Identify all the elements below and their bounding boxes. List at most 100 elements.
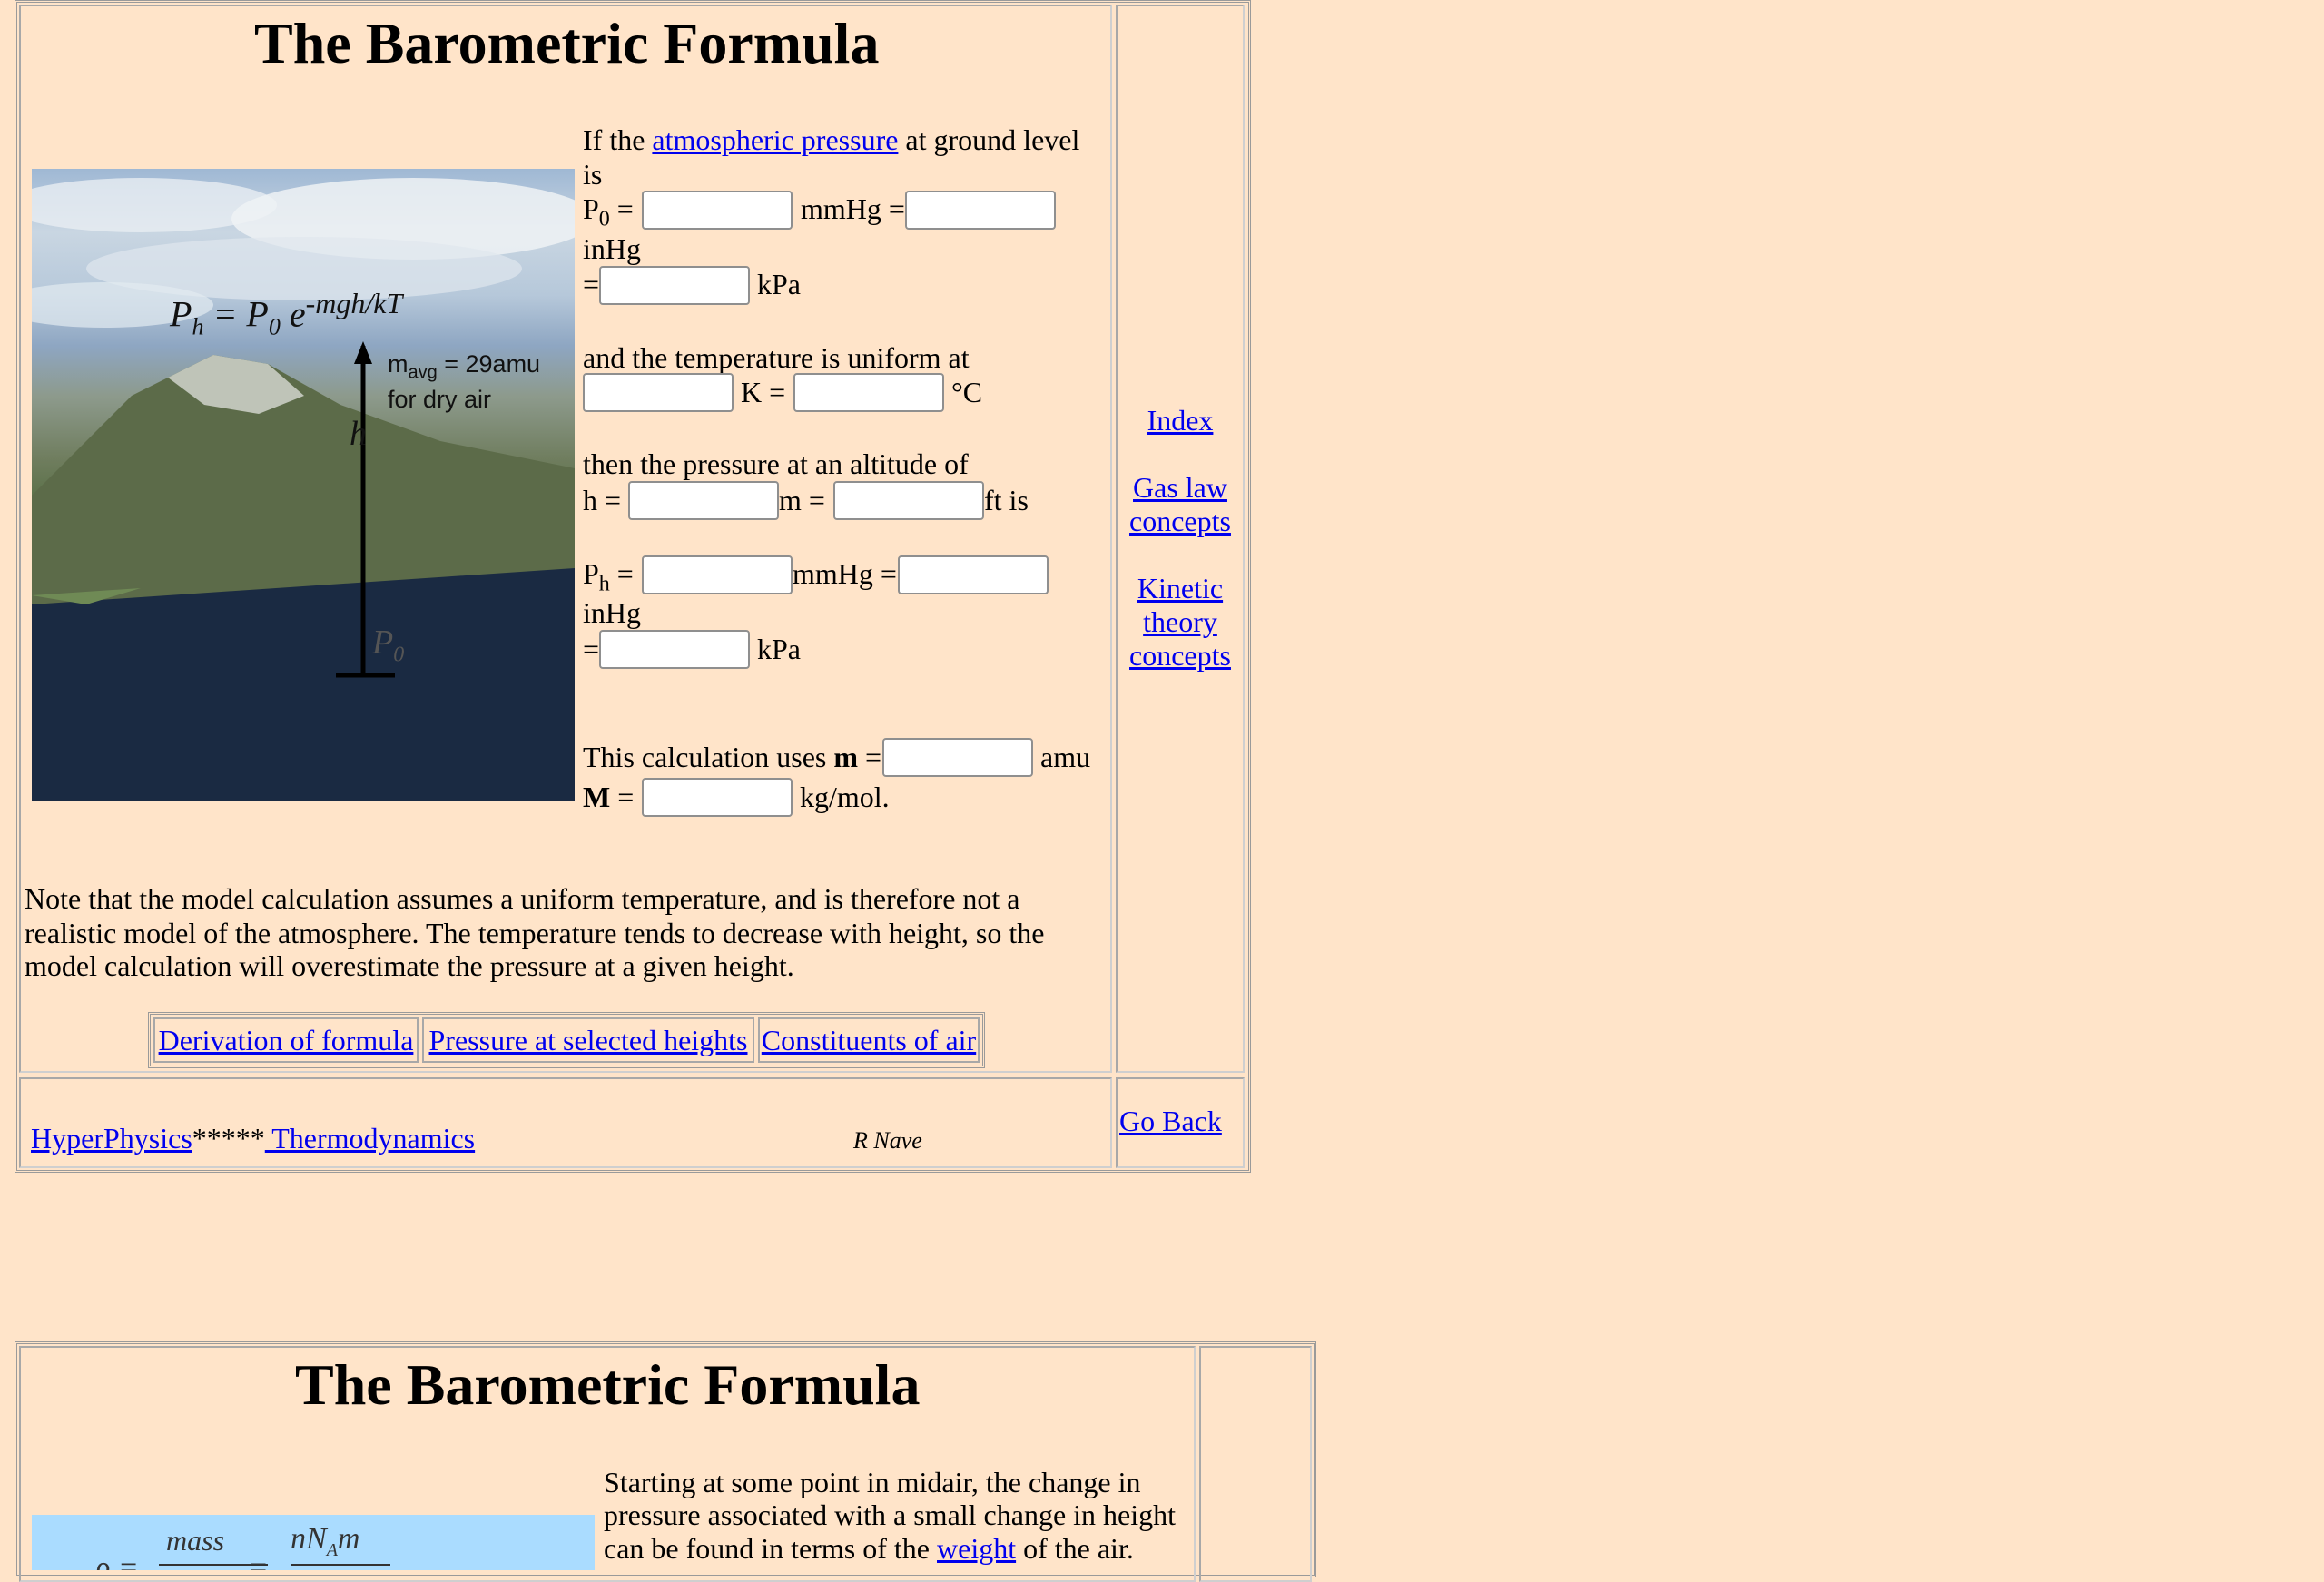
density-rho-label: ρ = <box>95 1551 139 1570</box>
ph-kpa-input[interactable] <box>599 630 750 669</box>
temperature-c-unit: °C <box>951 376 983 408</box>
figure-p0-sub: 0 <box>393 643 405 667</box>
weight-link[interactable]: weight <box>937 1532 1016 1565</box>
temperature-k-unit: K = <box>741 376 786 408</box>
mavg-value: = 29amu <box>437 350 541 378</box>
sidebar-links: Index Gas law concepts Kinetic theory conce… <box>1120 404 1240 673</box>
formula-e: e <box>280 293 306 335</box>
intro-suffix: at ground level <box>898 123 1080 156</box>
density-fraction-line-2 <box>290 1564 390 1566</box>
calc-prefix: This calculation uses <box>583 741 834 773</box>
figure-p0-label: P0 <box>372 623 404 668</box>
temperature-c-input[interactable] <box>793 373 944 412</box>
formula-ph-sub: h <box>192 313 204 340</box>
note-line-2: realistic model of the atmosphere. The t… <box>25 917 1045 949</box>
formula-ph: P <box>170 293 192 335</box>
author-credit: R Nave <box>853 1127 922 1154</box>
ph-mmhg-text: mmHg <box>793 557 873 590</box>
density-nn: nN <box>290 1522 327 1556</box>
page-title: The Barometric Formula <box>254 11 880 75</box>
density-na-sub: A <box>326 1539 338 1560</box>
density-m: m <box>337 1522 360 1556</box>
p0-mmhg-eq: = <box>881 192 905 225</box>
calc-text: This calculation uses m = <box>583 741 882 773</box>
p0-inhg-input[interactable] <box>905 191 1056 230</box>
related-link-cell-heights: Pressure at selected heights <box>422 1017 754 1063</box>
p0-kpa-eq: = <box>583 268 600 300</box>
mavg-m: m <box>388 350 409 378</box>
ph-eq: = <box>609 557 634 590</box>
mavg-note: for dry air <box>388 386 492 414</box>
molar-mass-input[interactable] <box>642 778 793 817</box>
sidebar-item-gas-law-concepts[interactable]: Gas law concepts <box>1129 471 1231 537</box>
altitude-m-input[interactable] <box>628 481 779 520</box>
density-mass-label: mass <box>166 1524 225 1557</box>
ph-sub: h <box>598 572 610 596</box>
related-link-cell-derivation: Derivation of formula <box>153 1017 419 1063</box>
related-link-cell-constituents: Constituents of air <box>758 1017 980 1063</box>
section2-title: The Barometric Formula <box>295 1352 921 1417</box>
temperature-k-input[interactable] <box>583 373 734 412</box>
gas-law-line2: concepts <box>1129 505 1231 537</box>
p0-inhg-unit: inHg <box>583 232 641 265</box>
intro-prefix: If the <box>583 123 653 156</box>
p0-p: P <box>583 192 599 225</box>
p0-mmhg-unit: mmHg = <box>801 192 905 226</box>
note-line-3: model calculation will overestimate the … <box>25 949 794 982</box>
kinetic-line2: theory <box>1143 605 1217 638</box>
ph-mmhg-unit: mmHg = <box>793 557 897 591</box>
mavg-label: mavg = 29amu for dry air <box>388 350 540 413</box>
p0-eq: = <box>609 192 634 225</box>
ph-mmhg-input[interactable] <box>642 555 793 594</box>
figure-p0-p: P <box>372 624 394 662</box>
altitude-text: then the pressure at an altitude of <box>583 447 969 480</box>
sidebar-item-index[interactable]: Index <box>1147 404 1214 437</box>
calc-M: M <box>583 781 611 813</box>
p0-kpa-unit: kPa <box>757 268 801 300</box>
ph-kpa-unit: kPa <box>757 633 801 665</box>
p0-mmhg-input[interactable] <box>642 191 793 230</box>
atmospheric-pressure-link[interactable]: atmospheric pressure <box>652 123 898 156</box>
constituents-of-air-link[interactable]: Constituents of air <box>762 1024 976 1057</box>
ph-mmhg-eq: = <box>872 557 897 590</box>
derivation-of-formula-link[interactable]: Derivation of formula <box>159 1024 414 1057</box>
altitude-ft-input[interactable] <box>833 481 984 520</box>
ph-kpa-eq: = <box>583 633 600 665</box>
molar-mass-unit: kg/mol. <box>800 781 890 813</box>
ph-label: Ph = <box>583 557 634 601</box>
hyperphysics-link[interactable]: HyperPhysics <box>31 1122 192 1155</box>
mass-amu-input[interactable] <box>882 738 1033 777</box>
altitude-h-label: h = <box>583 484 622 516</box>
formula-text: Ph = P0 e-mgh/kT <box>170 287 402 340</box>
p0-kpa-input[interactable] <box>599 266 750 305</box>
pressure-at-selected-heights-link[interactable]: Pressure at selected heights <box>429 1024 748 1057</box>
ph-inhg-input[interactable] <box>898 555 1049 594</box>
calc-m: m <box>833 741 859 773</box>
barometric-figure: Ph = P0 e-mgh/kT mavg = 29amu for dry ai… <box>32 169 575 801</box>
go-back-link[interactable]: Go Back <box>1119 1105 1222 1138</box>
formula-p0: = P <box>203 293 269 335</box>
section2-text-line-2: pressure associated with a small change … <box>604 1498 1177 1531</box>
thermodynamics-link[interactable]: Thermodynamics <box>265 1122 475 1155</box>
kinetic-line3: concepts <box>1129 639 1231 672</box>
temperature-text: and the temperature is uniform at <box>583 341 970 374</box>
sidebar-item-kinetic-theory-concepts[interactable]: Kinetic theory concepts <box>1129 572 1231 672</box>
gas-law-line1: Gas law <box>1133 471 1227 504</box>
p0-label: P0 = <box>583 192 634 236</box>
section2-text-line-1: Starting at some point in midair, the ch… <box>604 1466 1141 1498</box>
mavg-sub: avg <box>408 362 438 383</box>
formula-exponent: -mgh/kT <box>305 287 403 319</box>
section2-text-suffix: of the air. <box>1016 1532 1134 1565</box>
section2-text-line-3: can be found in terms of the weight of t… <box>604 1532 1134 1566</box>
molar-mass-label: M = <box>583 781 635 813</box>
p0-sub: 0 <box>598 207 610 231</box>
p0-mmhg-text: mmHg <box>801 192 881 225</box>
altitude-m-unit: m = <box>779 484 825 516</box>
footer-nav: HyperPhysics***** Thermodynamics <box>31 1122 475 1155</box>
ph-p: P <box>583 557 599 590</box>
note-line-1: Note that the model calculation assumes … <box>25 882 1020 915</box>
rating-stars: ***** <box>192 1122 265 1155</box>
altitude-ft-unit: ft is <box>984 484 1029 516</box>
kinetic-line1: Kinetic <box>1137 572 1224 604</box>
density-equals-sign: = <box>250 1551 268 1570</box>
